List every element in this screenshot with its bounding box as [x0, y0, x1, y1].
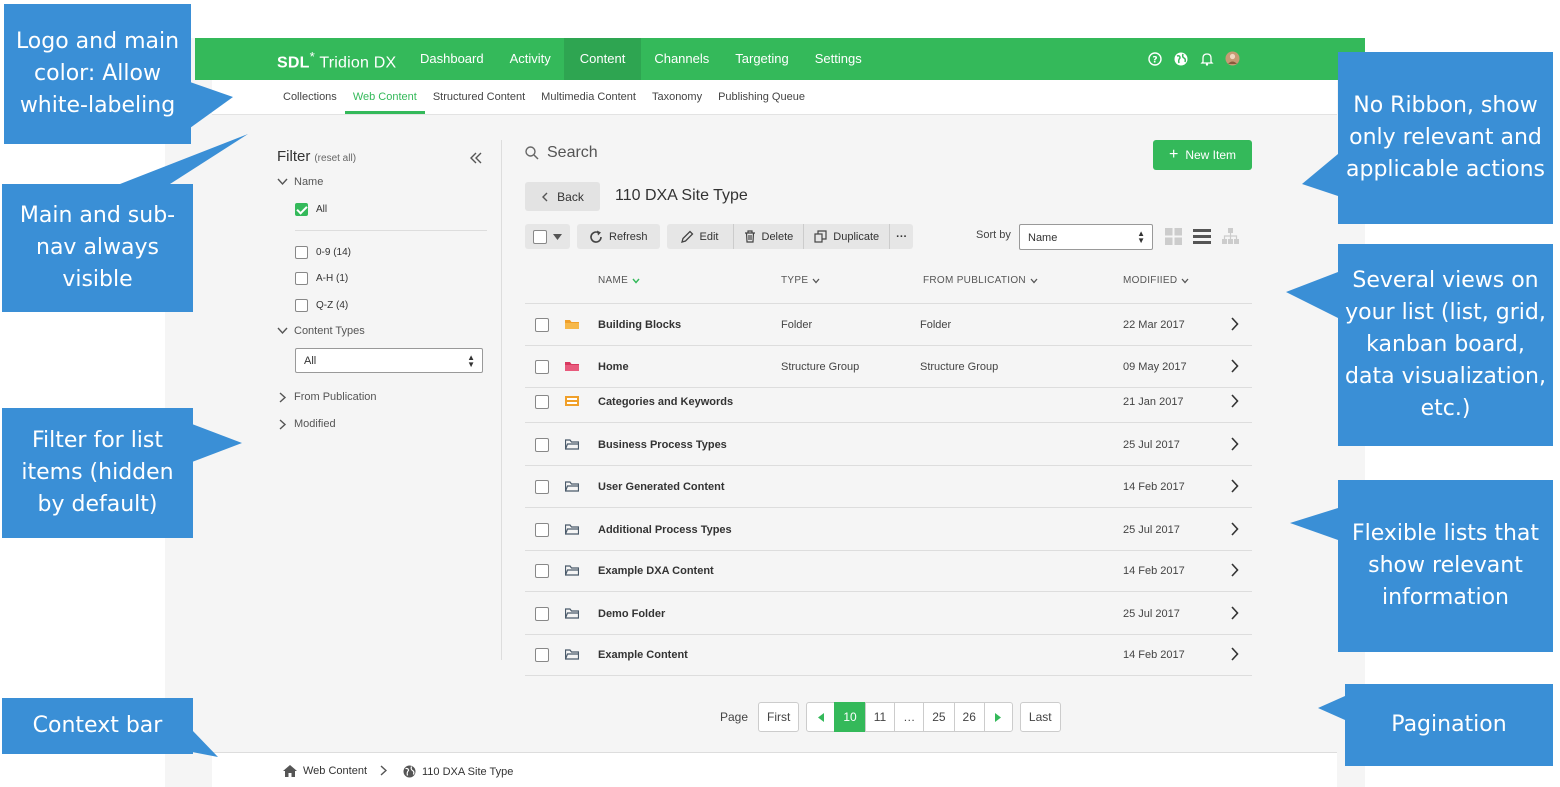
pointer-logo — [190, 82, 233, 128]
pointer-views — [1286, 272, 1338, 318]
pointer-pagination — [1318, 696, 1345, 720]
callout-logo: Logo and main color: Allow white-labelin… — [4, 4, 191, 144]
callout-nav: Main and sub-nav always visible — [2, 184, 193, 312]
pointer-context — [192, 730, 218, 757]
pointer-filter — [192, 424, 242, 462]
pointer-lists — [1290, 508, 1338, 540]
callout-views: Several views on your list (list, grid, … — [1338, 244, 1553, 446]
callout-lists: Flexible lists that show relevant inform… — [1338, 480, 1553, 652]
callout-pagination: Pagination — [1345, 684, 1553, 766]
pointer-ribbon — [1302, 154, 1338, 196]
callout-pointers — [120, 82, 1345, 757]
callout-ribbon: No Ribbon, show only relevant and applic… — [1338, 52, 1553, 224]
callout-context: Context bar — [2, 698, 193, 754]
callout-filter: Filter for list items (hidden by default… — [2, 408, 193, 538]
annotated-screenshot: SDL* Tridion DX Dashboard Activity Conte… — [0, 0, 1560, 787]
